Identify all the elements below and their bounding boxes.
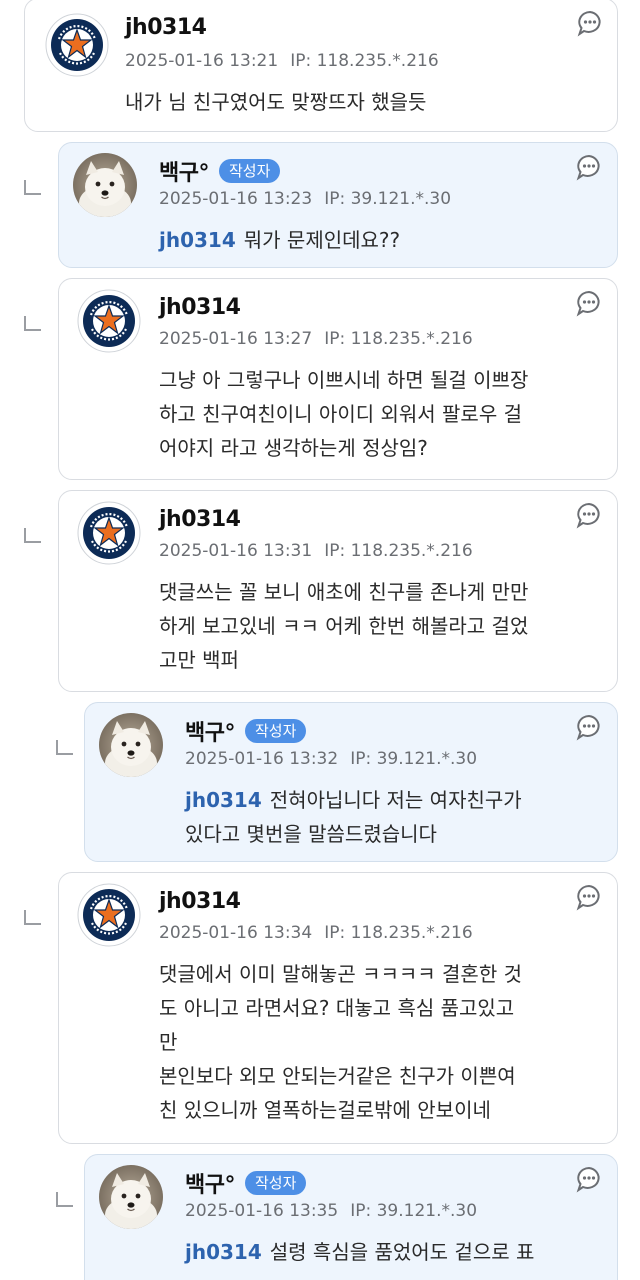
comment-line: 본인보다 외모 안되는거같은 친구가 이쁜여 xyxy=(159,1064,516,1088)
comment-nickname[interactable]: jh0314 xyxy=(159,889,241,914)
reply-indent-icon xyxy=(24,316,41,331)
comment-line: 친 있으니까 열폭하는걸로밖에 안보이네 xyxy=(159,1098,491,1122)
comment-body: jh0314 뭐가 문제인데요?? xyxy=(159,223,400,257)
comment-nickname[interactable]: jh0314 xyxy=(159,507,241,532)
mention-link[interactable]: jh0314 xyxy=(185,1240,262,1264)
reply-bubble-icon[interactable] xyxy=(575,153,603,181)
comment-ip: IP: 118.235.*.216 xyxy=(324,923,473,943)
comment-card: jh0314 2025-01-16 13:34 IP: 118.235.*.216… xyxy=(58,872,618,1144)
comment-line: 도 아니고 라면서요? 대놓고 흑심 품고있고 xyxy=(159,996,515,1020)
comment-date: 2025-01-16 13:34 xyxy=(159,923,313,943)
comment-ip: IP: 39.121.*.30 xyxy=(324,189,452,209)
reply-bubble-icon[interactable] xyxy=(575,289,603,317)
comment-date: 2025-01-16 13:27 xyxy=(159,329,313,349)
comment-body: jh0314 설령 흑심을 품었어도 겉으로 표 xyxy=(185,1235,534,1269)
comment-header: jh0314 xyxy=(159,295,241,320)
comment-body: 그냥 아 그렇구나 이쁘시네 하면 될걸 이쁘장 하고 친구여친이니 아이디 외… xyxy=(159,363,528,465)
comment-line: 있다고 몇번을 말씀드렸습니다 xyxy=(185,822,437,846)
comment-body: 댓글에서 이미 말해놓곤 ㅋㅋㅋㅋ 결혼한 것 도 아니고 라면서요? 대놓고 … xyxy=(159,957,522,1127)
comment-card-author: 백구° 작성자 2025-01-16 13:23 IP: 39.121.*.30 … xyxy=(58,142,618,268)
comment-meta: 2025-01-16 13:31 IP: 118.235.*.216 xyxy=(159,541,473,561)
author-badge: 작성자 xyxy=(218,159,281,183)
comment-body: jh0314 전혀아닙니다 저는 여자친구가 있다고 몇번을 말씀드렸습니다 xyxy=(185,783,522,851)
comment-header: 백구° 작성자 xyxy=(185,715,307,747)
comment-body: 내가 님 친구였어도 맞짱뜨자 했을듯 xyxy=(125,85,426,119)
comment-line: 하고 친구여친이니 아이디 외워서 팔로우 걸 xyxy=(159,402,522,426)
comment-line: 댓글쓰는 꼴 보니 애초에 친구를 존나게 만만 xyxy=(159,580,529,604)
comment-line: 만 xyxy=(159,1030,178,1054)
comment-line: 댓글에서 이미 말해놓곤 ㅋㅋㅋㅋ 결혼한 것 xyxy=(159,962,522,986)
comment-meta: 2025-01-16 13:35 IP: 39.121.*.30 xyxy=(185,1201,477,1221)
comment-ip: IP: 118.235.*.216 xyxy=(290,51,439,71)
comment-card: jh0314 2025-01-16 13:27 IP: 118.235.*.216… xyxy=(58,278,618,480)
comment-ip: IP: 39.121.*.30 xyxy=(350,1201,478,1221)
comment-line: 어야지 라고 생각하는게 정상임? xyxy=(159,436,428,460)
comment-line: 고만 백퍼 xyxy=(159,648,239,672)
comment-ip: IP: 39.121.*.30 xyxy=(350,749,478,769)
dog-photo-avatar[interactable] xyxy=(73,153,137,217)
dog-photo-avatar[interactable] xyxy=(99,1165,163,1229)
mention-link[interactable]: jh0314 xyxy=(159,228,236,252)
reply-bubble-icon[interactable] xyxy=(575,501,603,529)
comment-header: 백구° 작성자 xyxy=(185,1167,307,1199)
comment-line-text: 뭐가 문제인데요?? xyxy=(243,228,401,252)
comment-header: jh0314 xyxy=(159,507,241,532)
comment-line: jh0314 뭐가 문제인데요?? xyxy=(159,223,400,257)
comment-card: jh0314 2025-01-16 13:21 IP: 118.235.*.216… xyxy=(24,0,618,132)
author-badge: 작성자 xyxy=(244,719,307,743)
comment-nickname[interactable]: 백구° xyxy=(159,155,209,187)
comment-nickname[interactable]: jh0314 xyxy=(125,15,207,40)
comment-meta: 2025-01-16 13:32 IP: 39.121.*.30 xyxy=(185,749,477,769)
mention-link[interactable]: jh0314 xyxy=(185,788,262,812)
comment-date: 2025-01-16 13:32 xyxy=(185,749,339,769)
astros-logo-avatar[interactable] xyxy=(77,501,141,565)
astros-logo-avatar[interactable] xyxy=(77,289,141,353)
comment-line: 하게 보고있네 ㅋㅋ 어케 한번 해볼라고 걸었 xyxy=(159,614,529,638)
reply-bubble-icon[interactable] xyxy=(575,1165,603,1193)
comment-ip: IP: 118.235.*.216 xyxy=(324,329,473,349)
comment-line-text: 전혀아닙니다 저는 여자친구가 xyxy=(269,788,522,812)
comment-line: 내가 님 친구였어도 맞짱뜨자 했을듯 xyxy=(125,90,427,114)
comment-meta: 2025-01-16 13:23 IP: 39.121.*.30 xyxy=(159,189,451,209)
comment-header: 백구° 작성자 xyxy=(159,155,281,187)
reply-indent-icon xyxy=(24,528,41,543)
comment-line: 그냥 아 그렇구나 이쁘시네 하면 될걸 이쁘장 xyxy=(159,368,529,392)
reply-bubble-icon[interactable] xyxy=(575,883,603,911)
dog-photo-avatar[interactable] xyxy=(99,713,163,777)
comment-nickname[interactable]: 백구° xyxy=(185,1167,235,1199)
comment-card: jh0314 2025-01-16 13:31 IP: 118.235.*.216… xyxy=(58,490,618,692)
comment-line: jh0314 설령 흑심을 품었어도 겉으로 표 xyxy=(185,1235,534,1269)
comment-meta: 2025-01-16 13:21 IP: 118.235.*.216 xyxy=(125,51,439,71)
astros-logo-avatar[interactable] xyxy=(77,883,141,947)
reply-indent-icon xyxy=(56,740,73,755)
comment-line: jh0314 전혀아닙니다 저는 여자친구가 xyxy=(185,783,522,817)
comment-header: jh0314 xyxy=(125,15,207,40)
reply-indent-icon xyxy=(24,910,41,925)
reply-bubble-icon[interactable] xyxy=(575,713,603,741)
comment-date: 2025-01-16 13:23 xyxy=(159,189,313,209)
comment-date: 2025-01-16 13:35 xyxy=(185,1201,339,1221)
author-badge: 작성자 xyxy=(244,1171,307,1195)
comment-feed: jh0314 2025-01-16 13:21 IP: 118.235.*.216… xyxy=(0,0,640,1280)
astros-logo-avatar[interactable] xyxy=(45,13,109,77)
comment-ip: IP: 118.235.*.216 xyxy=(324,541,473,561)
comment-body: 댓글쓰는 꼴 보니 애초에 친구를 존나게 만만 하게 보고있네 ㅋㅋ 어케 한… xyxy=(159,575,528,677)
comment-card-author: 백구° 작성자 2025-01-16 13:32 IP: 39.121.*.30 … xyxy=(84,702,618,862)
comment-card-author: 백구° 작성자 2025-01-16 13:35 IP: 39.121.*.30 … xyxy=(84,1154,618,1280)
comment-date: 2025-01-16 13:21 xyxy=(125,51,279,71)
comment-nickname[interactable]: 백구° xyxy=(185,715,235,747)
comment-nickname[interactable]: jh0314 xyxy=(159,295,241,320)
comment-meta: 2025-01-16 13:27 IP: 118.235.*.216 xyxy=(159,329,473,349)
comment-date: 2025-01-16 13:31 xyxy=(159,541,313,561)
reply-indent-icon xyxy=(24,180,41,195)
reply-indent-icon xyxy=(56,1192,73,1207)
comment-header: jh0314 xyxy=(159,889,241,914)
comment-meta: 2025-01-16 13:34 IP: 118.235.*.216 xyxy=(159,923,473,943)
reply-bubble-icon[interactable] xyxy=(576,9,604,37)
comment-line-text: 설령 흑심을 품었어도 겉으로 표 xyxy=(269,1240,535,1264)
